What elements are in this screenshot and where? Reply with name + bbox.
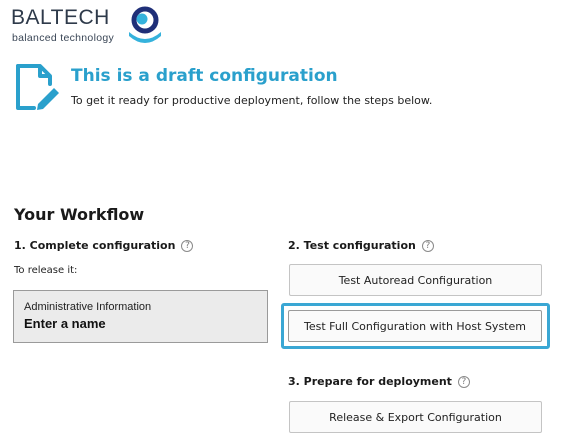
step-3-title: 3. Prepare for deployment ? [288, 375, 470, 388]
step-3-title-text: 3. Prepare for deployment [288, 375, 452, 388]
step-2-title-text: 2. Test configuration [288, 239, 416, 252]
help-icon[interactable]: ? [421, 239, 434, 252]
administrative-information-label: Administrative Information [24, 301, 152, 313]
logo-name: BALTECH [11, 6, 110, 29]
baltech-logo-mark-icon [129, 6, 161, 43]
release-export-configuration-button[interactable]: Release & Export Configuration [289, 401, 542, 433]
test-full-configuration-button[interactable]: Test Full Configuration with Host System [288, 310, 542, 342]
step-1-title-text: 1. Complete configuration [14, 239, 176, 252]
release-instruction: To release it: [14, 265, 78, 276]
baltech-logo: BALTECH balanced technology [11, 6, 161, 46]
logo-tagline: balanced technology [12, 32, 115, 44]
step-1-title: 1. Complete configuration ? [14, 239, 194, 252]
step-2-title: 2. Test configuration ? [288, 239, 434, 252]
draft-title: This is a draft configuration [71, 66, 338, 86]
administrative-information-field[interactable]: Administrative Information Enter a name [13, 290, 268, 343]
draft-subtitle: To get it ready for productive deploymen… [71, 94, 433, 107]
help-icon[interactable]: ? [457, 375, 470, 388]
configuration-name-value: Enter a name [24, 316, 106, 331]
workflow-heading: Your Workflow [14, 205, 145, 224]
test-autoread-configuration-button[interactable]: Test Autoread Configuration [289, 264, 542, 296]
edit-document-icon [16, 64, 59, 110]
help-icon[interactable]: ? [181, 239, 194, 252]
